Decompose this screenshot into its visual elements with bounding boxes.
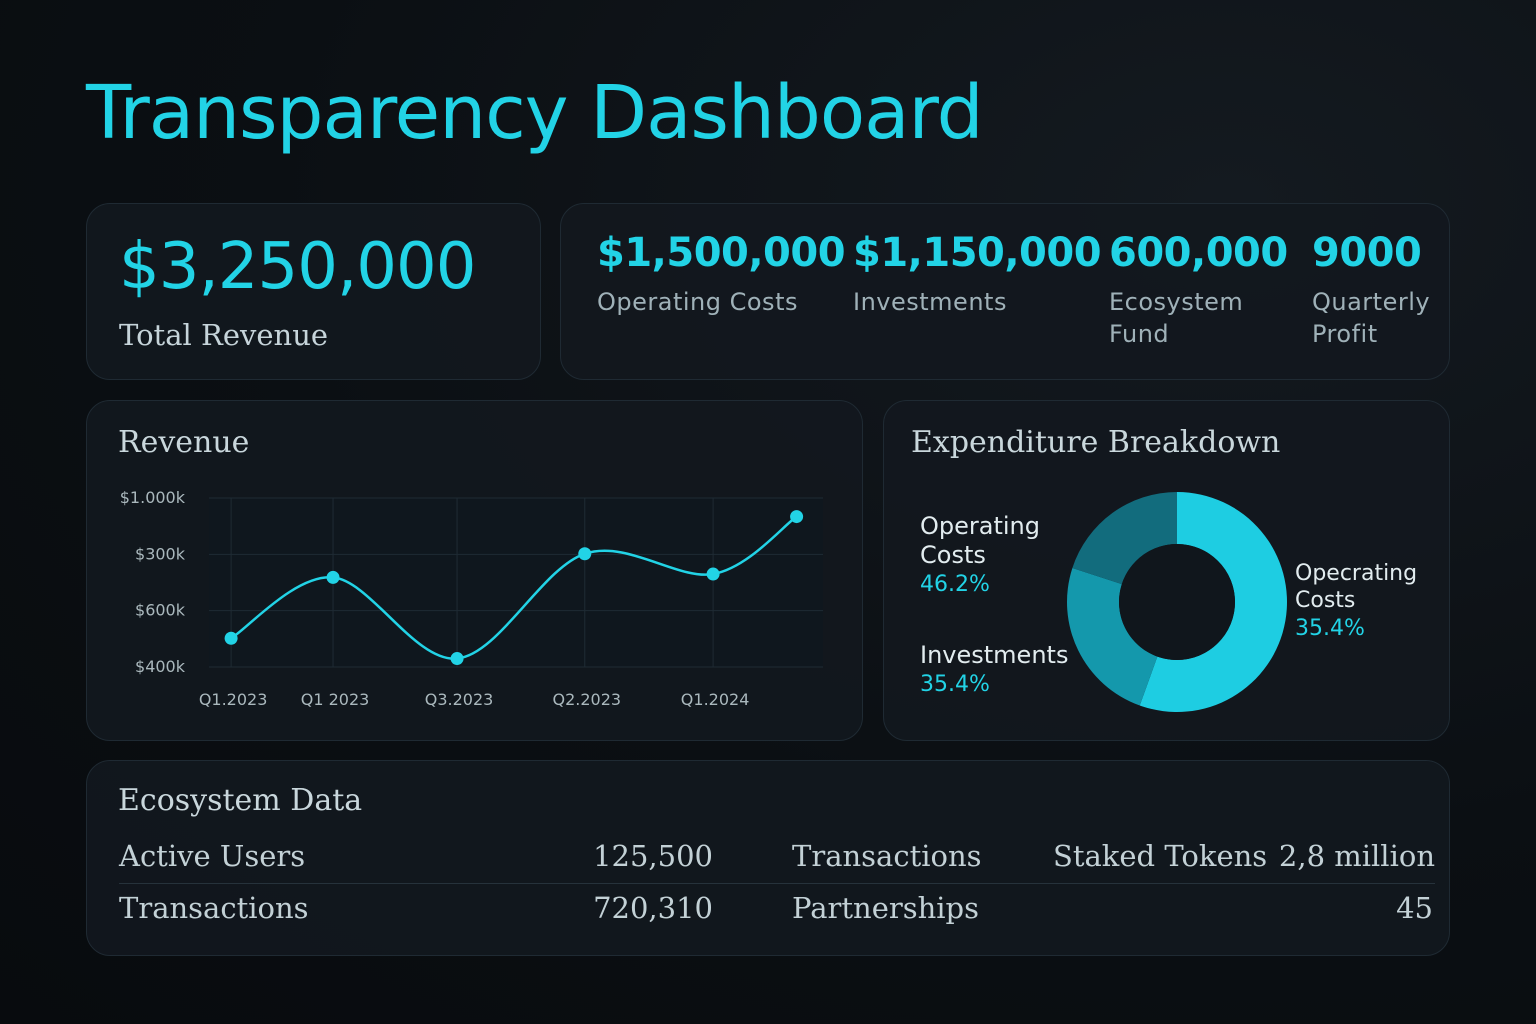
- exp-label-investments: Investments 35.4%: [920, 641, 1068, 700]
- y-tick-label: $1.000k: [120, 488, 186, 507]
- exp-label-name: Opecrating Costs: [1295, 561, 1418, 613]
- exp-label-opecrating-costs: Opecrating Costs 35.4%: [1295, 560, 1445, 644]
- exp-label-pct: 35.4%: [920, 672, 990, 697]
- revenue-data-point[interactable]: [326, 570, 340, 584]
- ecosystem-data-card: Ecosystem Data Active Users 125,500 Tran…: [86, 760, 1450, 956]
- kpi-value: 9000: [1312, 230, 1422, 276]
- total-revenue-card: $3,250,000 Total Revenue: [86, 203, 541, 380]
- expenditure-card: Expenditure Breakdown Operating Costs 46…: [883, 400, 1450, 741]
- revenue-data-point[interactable]: [578, 547, 592, 561]
- eco-staked-tokens-label: Staked Tokens: [1053, 839, 1268, 873]
- revenue-data-point[interactable]: [790, 510, 804, 524]
- page-title: Transparency Dashboard: [86, 70, 984, 156]
- eco-transactions-label: Transactions: [792, 839, 982, 873]
- eco-active-users-label: Active Users: [119, 839, 306, 873]
- revenue-data-point[interactable]: [450, 652, 464, 666]
- x-tick-label: Q1.2024: [681, 690, 750, 709]
- x-tick-label: Q3.2023: [425, 690, 494, 709]
- kpi-label: Quarterly Profit: [1312, 288, 1431, 348]
- y-tick-label: $600k: [135, 601, 186, 620]
- kpi-value: 600,000: [1109, 230, 1288, 276]
- exp-label-name: Investments: [920, 641, 1069, 669]
- y-tick-label: $400k: [135, 657, 186, 676]
- revenue-chart-card: $1.000k $300k $600k $400k Q1.2023 Q1 2023 Q3.2…: [86, 400, 863, 741]
- exp-label-pct: 35.4%: [1295, 616, 1365, 641]
- kpi-investments: $1,150,000 Investments: [853, 230, 1102, 318]
- donut-hole: [1119, 544, 1235, 660]
- ecosystem-title: Ecosystem Data: [118, 783, 363, 818]
- total-revenue-label: Total Revenue: [119, 318, 329, 352]
- eco-row-divider: [119, 883, 1435, 884]
- kpi-label: Investments: [853, 288, 1007, 316]
- x-tick-label: Q1.2023: [199, 690, 268, 709]
- kpi-summary-card: $1,500,000 Operating Costs $1,150,000 In…: [560, 203, 1450, 380]
- revenue-chart-title: Revenue: [118, 425, 250, 460]
- kpi-label: Operating Costs: [597, 288, 798, 316]
- kpi-value: $1,150,000: [853, 230, 1102, 276]
- total-revenue-value: $3,250,000: [119, 230, 476, 304]
- exp-label-pct: 46.2%: [920, 572, 990, 597]
- expenditure-title: Expenditure Breakdown: [911, 425, 1281, 460]
- y-tick-label: $300k: [135, 544, 186, 563]
- eco-transactions-row-label: Transactions: [119, 891, 309, 925]
- x-tick-label: Q1 2023: [301, 690, 370, 709]
- kpi-operating-costs: $1,500,000 Operating Costs: [597, 230, 846, 318]
- eco-partnerships-value: 45: [1396, 891, 1433, 925]
- kpi-ecosystem-fund: 600,000 Ecosystem Fund: [1109, 230, 1288, 350]
- exp-label-name: Operating Costs: [920, 512, 1040, 569]
- revenue-data-point[interactable]: [706, 567, 720, 581]
- revenue-data-point[interactable]: [224, 631, 238, 645]
- eco-partnerships-label: Partnerships: [792, 891, 979, 925]
- exp-label-operating-costs: Operating Costs 46.2%: [920, 512, 1060, 600]
- kpi-label: Ecosystem Fund: [1109, 288, 1244, 348]
- kpi-value: $1,500,000: [597, 230, 846, 276]
- eco-staked-tokens-value: 2,8 million: [1278, 839, 1435, 873]
- kpi-quarterly-profit: 9000 Quarterly Profit: [1312, 230, 1437, 350]
- x-tick-label: Q2.2023: [552, 690, 621, 709]
- eco-transactions-row-value: 720,310: [593, 891, 713, 925]
- plot-area: [209, 498, 823, 667]
- eco-active-users-value: 125,500: [593, 839, 713, 873]
